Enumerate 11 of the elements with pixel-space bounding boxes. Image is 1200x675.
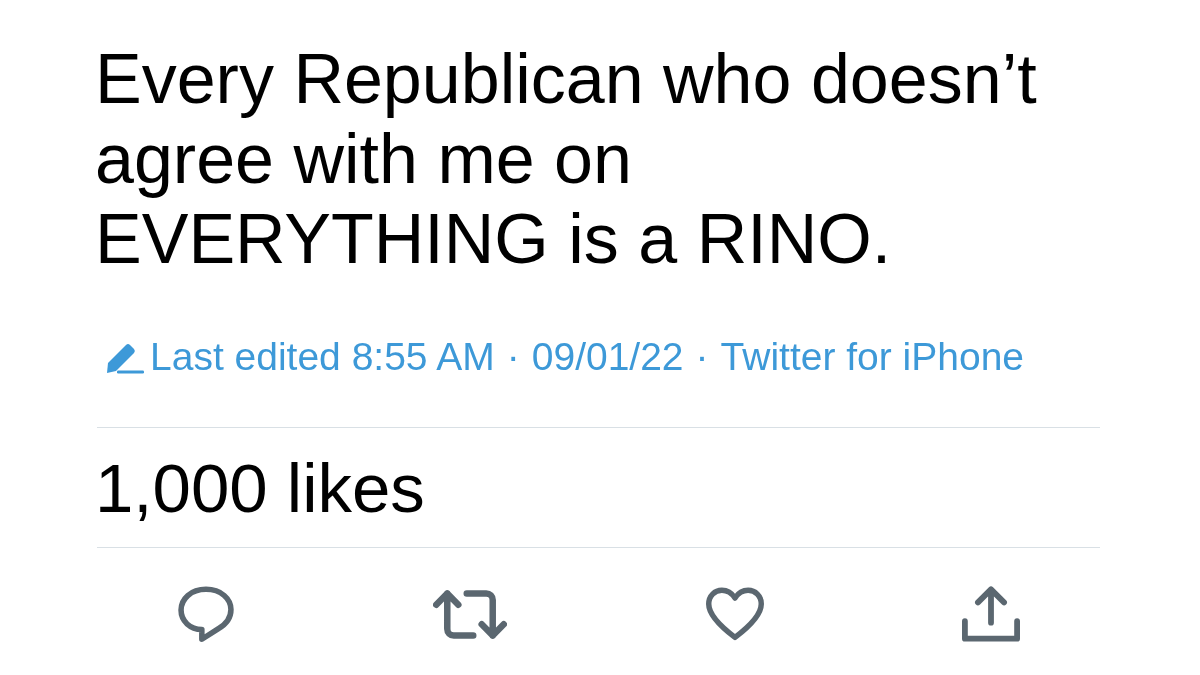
separator-dot: · bbox=[695, 335, 709, 379]
separator-dot: · bbox=[506, 335, 520, 379]
speech-bubble-icon[interactable] bbox=[177, 586, 235, 642]
last-edited-link[interactable]: Last edited 8:55 AM bbox=[150, 335, 495, 379]
heart-icon[interactable] bbox=[705, 586, 764, 642]
tweet-text: Every Republican who doesn’t agree with me on EVERYTHING is a RINO. bbox=[95, 39, 1038, 279]
share-icon[interactable] bbox=[962, 586, 1020, 642]
likes-count: 1,000 likes bbox=[95, 450, 426, 528]
meta-link[interactable]: Twitter for iPhone bbox=[720, 335, 1025, 379]
meta-link[interactable]: 09/01/22 bbox=[531, 335, 684, 379]
retweet-arrows-icon[interactable] bbox=[433, 587, 508, 641]
